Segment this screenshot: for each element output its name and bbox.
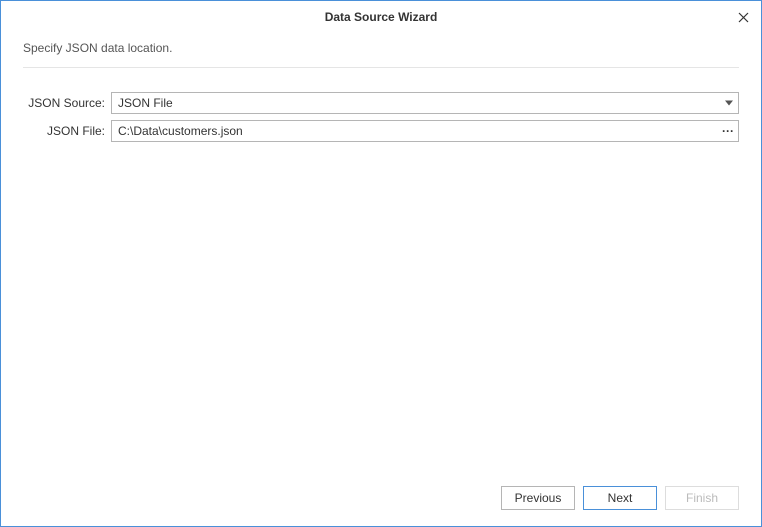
subtitle: Specify JSON data location. — [1, 33, 761, 67]
json-source-field-wrap — [111, 92, 739, 114]
titlebar: Data Source Wizard — [1, 1, 761, 33]
finish-button: Finish — [665, 486, 739, 510]
json-source-row: JSON Source: — [23, 92, 739, 114]
ellipsis-icon: ··· — [722, 125, 734, 137]
footer-buttons: Previous Next Finish — [501, 486, 739, 510]
json-source-select[interactable] — [111, 92, 739, 114]
browse-button[interactable]: ··· — [718, 121, 738, 141]
wizard-dialog: Data Source Wizard Specify JSON data loc… — [0, 0, 762, 527]
json-file-input[interactable] — [111, 120, 739, 142]
previous-button[interactable]: Previous — [501, 486, 575, 510]
close-button[interactable] — [735, 9, 751, 25]
form-area: JSON Source: JSON File: ··· — [1, 68, 761, 148]
json-file-label: JSON File: — [23, 124, 111, 138]
close-icon — [738, 12, 749, 23]
next-button[interactable]: Next — [583, 486, 657, 510]
json-source-label: JSON Source: — [23, 96, 111, 110]
json-file-row: JSON File: ··· — [23, 120, 739, 142]
dialog-title: Data Source Wizard — [325, 10, 438, 24]
json-file-field-wrap: ··· — [111, 120, 739, 142]
